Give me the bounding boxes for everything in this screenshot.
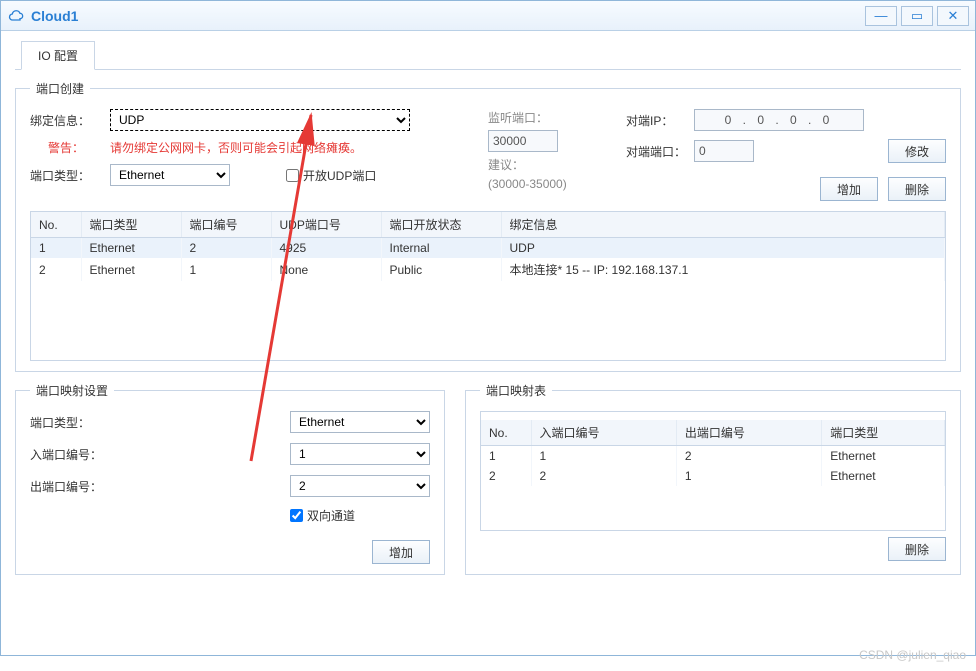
legend-map-table: 端口映射表 (480, 382, 552, 399)
listen-port-label: 监听端口： (488, 109, 608, 126)
table-row[interactable]: 221Ethernet (481, 466, 945, 486)
port-table: No. 端口类型 端口编号 UDP端口号 端口开放状态 绑定信息 1Ethern… (31, 212, 945, 281)
group-map-table: 端口映射表 No. 入端口编号 出端口编号 端口类型 112Ethernet22… (465, 382, 961, 575)
window-title: Cloud1 (31, 8, 78, 24)
add-port-button[interactable]: 增加 (820, 177, 878, 201)
table-row[interactable]: 2Ethernet1NonePublic本地连接* 15 -- IP: 192.… (31, 258, 945, 281)
titlebar: Cloud1 — ▭ ✕ (1, 1, 975, 31)
minimize-button[interactable]: — (865, 6, 897, 26)
map-port-type-select[interactable]: Ethernet (290, 411, 430, 433)
bidir-label: 双向通道 (307, 507, 355, 524)
bidir-checkbox-wrap[interactable]: 双向通道 (290, 507, 430, 524)
bidir-checkbox[interactable] (290, 509, 303, 522)
group-map-settings: 端口映射设置 端口类型： Ethernet 入端口编号： 1 (15, 382, 445, 575)
mcol-type: 端口类型 (822, 420, 945, 446)
peer-port-input[interactable] (694, 140, 754, 162)
port-type-label: 端口类型： (30, 167, 102, 184)
open-udp-checkbox[interactable] (286, 169, 299, 182)
table-row[interactable]: 1Ethernet24925InternalUDP (31, 238, 945, 259)
open-udp-checkbox-wrap[interactable]: 开放UDP端口 (286, 167, 376, 184)
warning-text: 请勿绑定公网网卡，否则可能会引起网络瘫痪。 (110, 139, 362, 156)
bind-info-select[interactable]: UDP (110, 109, 410, 131)
map-table-scroll[interactable]: No. 入端口编号 出端口编号 端口类型 112Ethernet221Ether… (480, 411, 946, 531)
warning-label: 警告： (30, 139, 102, 156)
delete-port-button[interactable]: 删除 (888, 177, 946, 201)
col-open-state: 端口开放状态 (381, 212, 501, 238)
in-port-label: 入端口编号： (30, 446, 120, 463)
close-button[interactable]: ✕ (937, 6, 969, 26)
modify-button[interactable]: 修改 (888, 139, 946, 163)
col-no: No. (31, 212, 81, 238)
map-port-type-label: 端口类型： (30, 414, 120, 431)
cloud-icon (7, 7, 25, 25)
port-type-select[interactable]: Ethernet (110, 164, 230, 186)
listen-port-input[interactable] (488, 130, 558, 152)
suggest-label: 建议： (488, 156, 608, 173)
peer-ip-label: 对端IP： (626, 112, 686, 129)
group-port-create: 端口创建 绑定信息： UDP 警告： 请勿绑定公网网卡，否则可能会引起网络瘫痪。 (15, 80, 961, 372)
tabbar: IO 配置 (15, 41, 961, 70)
port-table-scroll[interactable]: No. 端口类型 端口编号 UDP端口号 端口开放状态 绑定信息 1Ethern… (30, 211, 946, 361)
in-port-select[interactable]: 1 (290, 443, 430, 465)
legend-port-create: 端口创建 (30, 80, 90, 97)
peer-ip-input[interactable] (694, 109, 864, 131)
mcol-out: 出端口编号 (676, 420, 821, 446)
table-row[interactable]: 112Ethernet (481, 446, 945, 467)
mcol-in: 入端口编号 (531, 420, 676, 446)
window: Cloud1 — ▭ ✕ IO 配置 端口创建 绑定信息： UDP (0, 0, 976, 656)
col-port-num: 端口编号 (181, 212, 271, 238)
tab-io-config[interactable]: IO 配置 (21, 41, 95, 70)
col-port-type: 端口类型 (81, 212, 181, 238)
legend-map-settings: 端口映射设置 (30, 382, 114, 399)
mcol-no: No. (481, 420, 531, 446)
out-port-label: 出端口编号： (30, 478, 120, 495)
add-mapping-button[interactable]: 增加 (372, 540, 430, 564)
content-area: IO 配置 端口创建 绑定信息： UDP 警告： 请勿绑定公网网卡，否则可能会引… (1, 31, 975, 655)
delete-mapping-button[interactable]: 删除 (888, 537, 946, 561)
col-bind-info: 绑定信息 (501, 212, 945, 238)
col-udp-port: UDP端口号 (271, 212, 381, 238)
bind-info-label: 绑定信息： (30, 112, 102, 129)
open-udp-label: 开放UDP端口 (303, 167, 376, 184)
map-table: No. 入端口编号 出端口编号 端口类型 112Ethernet221Ether… (481, 420, 945, 486)
peer-port-label: 对端端口： (626, 143, 686, 160)
maximize-button[interactable]: ▭ (901, 6, 933, 26)
out-port-select[interactable]: 2 (290, 475, 430, 497)
suggest-range: (30000-35000) (488, 177, 608, 191)
